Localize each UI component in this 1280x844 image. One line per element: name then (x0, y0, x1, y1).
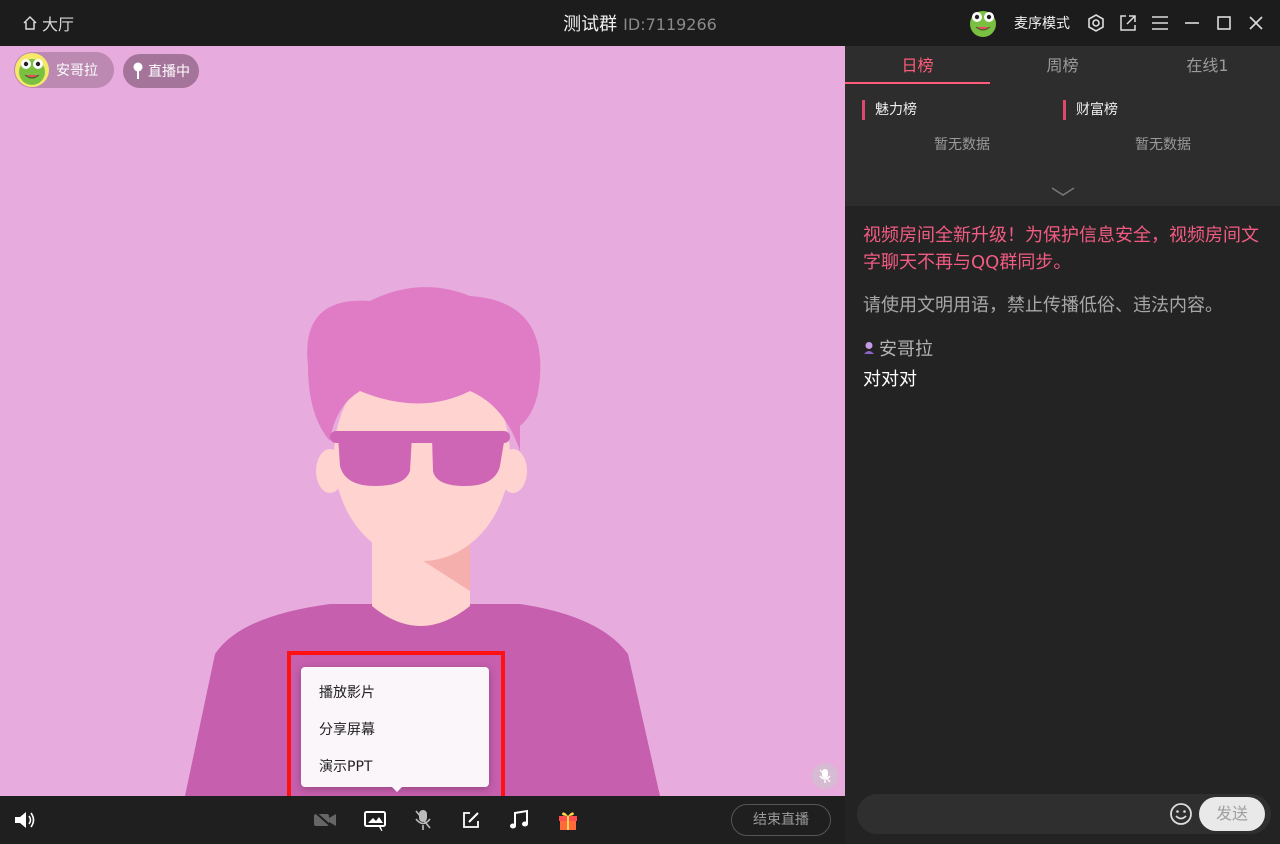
rules-notice: 请使用文明用语，禁止传播低俗、违法内容。 (863, 295, 1223, 316)
menu-caret (390, 785, 404, 792)
gift-button[interactable] (556, 808, 580, 832)
frog-avatar-icon (15, 53, 49, 87)
title-bar: 大厅 测试群 ID:7119266 麦序模式 (0, 0, 1280, 46)
side-panel: 日榜 周榜 在线1 魅力榜 暂无数据 财富榜 暂无数据 视频房间全新升级！为保护… (845, 46, 1280, 844)
send-button[interactable]: 发送 (1199, 797, 1265, 831)
charm-empty-text: 暂无数据 (934, 137, 990, 153)
microphone-icon (133, 62, 143, 79)
live-status-label: 直播中 (148, 64, 190, 80)
app-window: 大厅 测试群 ID:7119266 麦序模式 安哥拉 直播中 播放影片 分享屏幕… (0, 0, 1280, 844)
menu-item-share-screen[interactable]: 分享屏幕 (301, 712, 489, 749)
charm-ranking: 魅力榜 暂无数据 (862, 100, 1062, 154)
upgrade-notice: 视频房间全新升级！为保护信息安全，视频房间文字聊天不再与QQ群同步。 (863, 225, 1259, 273)
ranking-tabs: 日榜 周榜 在线1 (845, 46, 1280, 86)
chat-message-text: 对对对 (863, 369, 917, 390)
maximize-button[interactable] (1214, 13, 1234, 33)
screen-share-button[interactable] (363, 808, 387, 832)
streamer-name: 安哥拉 (56, 63, 98, 79)
hamburger-menu-icon (1152, 16, 1168, 30)
streamer-badge[interactable]: 安哥拉 (14, 52, 114, 88)
menu-button[interactable] (1150, 13, 1170, 33)
minimize-icon (1185, 22, 1199, 24)
volume-button[interactable] (13, 808, 37, 832)
mode-label[interactable]: 麦序模式 (1014, 13, 1070, 33)
speaker-icon (15, 812, 35, 828)
live-status-badge: 直播中 (123, 54, 199, 88)
menu-item-play-video[interactable]: 播放影片 (301, 675, 489, 712)
menu-item-present-ppt[interactable]: 演示PPT (301, 749, 489, 786)
charm-ranking-title: 魅力榜 (862, 100, 1062, 120)
external-link-icon (1120, 15, 1136, 31)
end-live-button[interactable]: 结束直播 (731, 804, 831, 836)
ranking-section: 魅力榜 暂无数据 财富榜 暂无数据 (845, 86, 1280, 206)
popout-button[interactable] (1118, 13, 1138, 33)
control-bar: 结束直播 (0, 796, 845, 844)
tab-online[interactable]: 在线1 (1135, 46, 1280, 86)
wealth-ranking-title: 财富榜 (1063, 100, 1263, 120)
emoji-icon[interactable] (1169, 802, 1193, 826)
chat-message-author: 安哥拉 (863, 335, 1263, 361)
wealth-ranking: 财富榜 暂无数据 (1063, 100, 1263, 154)
edit-button[interactable] (459, 808, 483, 832)
share-menu: 播放影片 分享屏幕 演示PPT (301, 667, 489, 787)
camera-button[interactable] (313, 808, 337, 832)
tab-weekly[interactable]: 周榜 (990, 46, 1135, 86)
gear-icon (1088, 14, 1104, 32)
camera-off-icon (314, 811, 336, 829)
frog-avatar-icon[interactable] (968, 8, 998, 38)
close-icon (1249, 16, 1263, 30)
settings-button[interactable] (1086, 13, 1106, 33)
chat-input-field[interactable]: 发送 (857, 794, 1271, 834)
screen-share-icon (364, 811, 386, 831)
chat-author-name: 安哥拉 (879, 339, 933, 360)
window-controls: 麦序模式 (968, 6, 1266, 40)
minimize-button[interactable] (1182, 13, 1202, 33)
gift-icon (559, 812, 577, 830)
microphone-muted-icon (819, 769, 831, 783)
mic-status-indicator[interactable] (812, 763, 838, 789)
tab-daily[interactable]: 日榜 (845, 46, 990, 86)
music-note-icon (510, 809, 528, 829)
music-button[interactable] (507, 808, 531, 832)
maximize-icon (1217, 16, 1231, 30)
group-id: ID:7119266 (623, 15, 717, 34)
edit-icon (463, 812, 479, 828)
chevron-down-icon[interactable] (1050, 186, 1076, 198)
wealth-empty-text: 暂无数据 (1135, 137, 1191, 153)
group-name: 测试群 (563, 14, 618, 35)
microphone-button[interactable] (411, 808, 435, 832)
user-icon (864, 342, 874, 354)
microphone-muted-icon (415, 810, 431, 830)
close-button[interactable] (1246, 13, 1266, 33)
chat-log: 视频房间全新升级！为保护信息安全，视频房间文字聊天不再与QQ群同步。 请使用文明… (863, 222, 1263, 391)
